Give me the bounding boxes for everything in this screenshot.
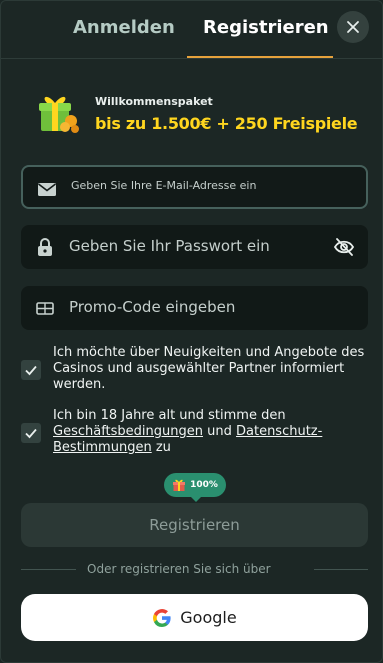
age-terms-consent: Ich bin 18 Jahre alt und stimme den Gesc… xyxy=(21,408,371,458)
registration-dialog: Anmelden Registrieren Willkommenspaket b… xyxy=(0,0,383,663)
age-text-prefix: Ich bin 18 Jahre alt und stimme den xyxy=(53,408,286,423)
auth-tabs: Anmelden Registrieren xyxy=(1,1,383,59)
email-field[interactable]: Geben Sie Ihre E-Mail-Adresse ein xyxy=(21,165,368,209)
divider-right xyxy=(314,569,368,570)
promo-code-field[interactable]: Promo-Code eingeben xyxy=(21,286,368,330)
google-icon xyxy=(153,608,171,627)
eye-off-icon[interactable] xyxy=(333,236,355,258)
newsletter-label: Ich möchte über Neuigkeiten und Angebote… xyxy=(53,345,365,392)
separator-text: Oder registrieren Sie sich über xyxy=(87,562,271,576)
newsletter-checkbox[interactable] xyxy=(21,360,41,380)
checkmark-icon xyxy=(25,428,37,439)
password-field[interactable]: Geben Sie Ihr Passwort ein xyxy=(21,225,368,269)
email-placeholder: Geben Sie Ihre E-Mail-Adresse ein xyxy=(71,179,257,192)
welcome-package: Willkommenspaket bis zu 1.500€ + 250 Fre… xyxy=(37,91,367,141)
progress-label: 100% xyxy=(190,480,218,490)
divider-left xyxy=(21,569,76,570)
checkmark-icon xyxy=(25,365,37,376)
terms-link[interactable]: Geschäftsbedingungen xyxy=(53,424,203,439)
bonus-progress-badge: 100% xyxy=(164,473,226,502)
terms-label: Ich bin 18 Jahre alt und stimme den Gesc… xyxy=(53,408,373,456)
password-placeholder: Geben Sie Ihr Passwort ein xyxy=(69,237,270,255)
newsletter-consent: Ich möchte über Neuigkeiten und Angebote… xyxy=(21,345,371,395)
close-button[interactable] xyxy=(337,11,369,43)
google-label: Google xyxy=(180,608,237,627)
gift-icon xyxy=(173,479,186,491)
tab-login[interactable]: Anmelden xyxy=(73,17,175,38)
google-signup-button[interactable]: Google xyxy=(21,594,368,641)
promo-placeholder: Promo-Code eingeben xyxy=(69,298,236,316)
age-text-suffix: zu xyxy=(151,440,171,455)
gift-icon xyxy=(39,96,79,133)
lock-icon xyxy=(38,238,52,256)
welcome-title: Willkommenspaket xyxy=(95,95,213,108)
active-tab-indicator xyxy=(187,56,333,58)
register-button[interactable]: Registrieren xyxy=(21,503,368,547)
and-text: und xyxy=(203,424,236,439)
mail-icon xyxy=(38,183,56,196)
terms-checkbox[interactable] xyxy=(21,423,41,443)
close-icon xyxy=(347,21,359,33)
ticket-icon xyxy=(36,302,54,315)
welcome-offer: bis zu 1.500€ + 250 Freispiele xyxy=(95,114,358,133)
tab-register[interactable]: Registrieren xyxy=(203,17,329,38)
